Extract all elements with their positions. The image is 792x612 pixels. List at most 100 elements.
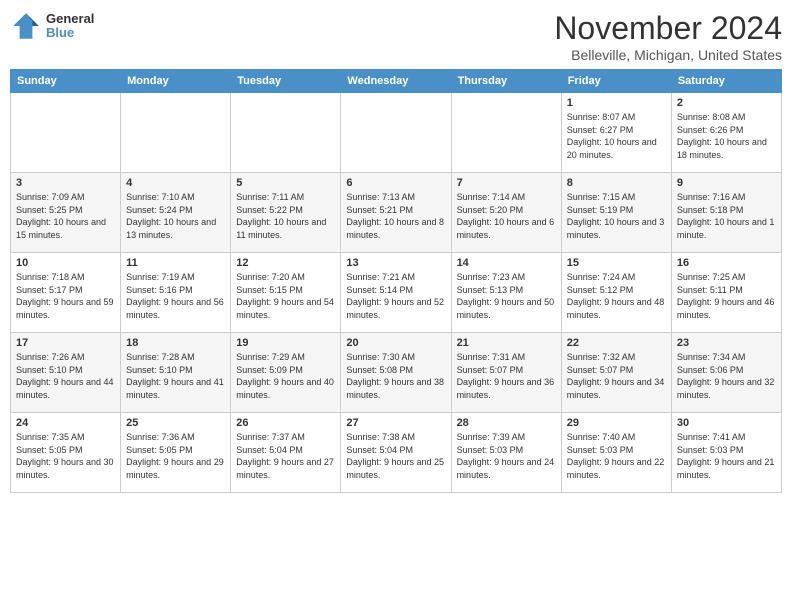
day-number: 2	[677, 97, 776, 109]
day-info: Sunrise: 7:24 AM Sunset: 5:12 PM Dayligh…	[567, 271, 666, 321]
logo-icon	[10, 10, 42, 42]
day-number: 23	[677, 337, 776, 349]
day-info: Sunrise: 7:28 AM Sunset: 5:10 PM Dayligh…	[126, 351, 225, 401]
day-number: 16	[677, 257, 776, 269]
day-number: 13	[346, 257, 445, 269]
day-info: Sunrise: 7:09 AM Sunset: 5:25 PM Dayligh…	[16, 191, 115, 241]
day-info: Sunrise: 7:36 AM Sunset: 5:05 PM Dayligh…	[126, 431, 225, 481]
weekday-header-friday: Friday	[561, 70, 671, 93]
calendar-cell: 8 Sunrise: 7:15 AM Sunset: 5:19 PM Daylig…	[561, 173, 671, 253]
day-info: Sunrise: 7:18 AM Sunset: 5:17 PM Dayligh…	[16, 271, 115, 321]
day-number: 9	[677, 177, 776, 189]
calendar-cell: 20 Sunrise: 7:30 AM Sunset: 5:08 PM Dayli…	[341, 333, 451, 413]
day-number: 10	[16, 257, 115, 269]
calendar-cell	[451, 93, 561, 173]
day-number: 24	[16, 417, 115, 429]
day-number: 20	[346, 337, 445, 349]
day-number: 1	[567, 97, 666, 109]
day-number: 8	[567, 177, 666, 189]
week-row-3: 10 Sunrise: 7:18 AM Sunset: 5:17 PM Dayli…	[11, 253, 782, 333]
day-number: 4	[126, 177, 225, 189]
day-info: Sunrise: 7:37 AM Sunset: 5:04 PM Dayligh…	[236, 431, 335, 481]
day-info: Sunrise: 7:26 AM Sunset: 5:10 PM Dayligh…	[16, 351, 115, 401]
calendar-cell: 5 Sunrise: 7:11 AM Sunset: 5:22 PM Daylig…	[231, 173, 341, 253]
calendar-cell: 9 Sunrise: 7:16 AM Sunset: 5:18 PM Daylig…	[671, 173, 781, 253]
day-number: 5	[236, 177, 335, 189]
day-number: 28	[457, 417, 556, 429]
weekday-header-row: SundayMondayTuesdayWednesdayThursdayFrid…	[11, 70, 782, 93]
day-number: 6	[346, 177, 445, 189]
day-info: Sunrise: 7:23 AM Sunset: 5:13 PM Dayligh…	[457, 271, 556, 321]
day-number: 18	[126, 337, 225, 349]
day-info: Sunrise: 7:13 AM Sunset: 5:21 PM Dayligh…	[346, 191, 445, 241]
calendar-cell: 15 Sunrise: 7:24 AM Sunset: 5:12 PM Dayli…	[561, 253, 671, 333]
day-info: Sunrise: 7:32 AM Sunset: 5:07 PM Dayligh…	[567, 351, 666, 401]
day-number: 27	[346, 417, 445, 429]
day-number: 15	[567, 257, 666, 269]
day-number: 25	[126, 417, 225, 429]
logo-blue-text: Blue	[46, 26, 94, 40]
day-number: 22	[567, 337, 666, 349]
calendar-table: SundayMondayTuesdayWednesdayThursdayFrid…	[10, 69, 782, 493]
page-header: General Blue November 2024 Belleville, M…	[10, 10, 782, 63]
day-number: 29	[567, 417, 666, 429]
calendar-cell: 24 Sunrise: 7:35 AM Sunset: 5:05 PM Dayli…	[11, 413, 121, 493]
month-title: November 2024	[554, 10, 782, 47]
calendar-cell: 27Sunrise: 7:38 AM Sunset: 5:04 PM Dayli…	[341, 413, 451, 493]
calendar-cell: 28 Sunrise: 7:39 AM Sunset: 5:03 PM Dayli…	[451, 413, 561, 493]
title-block: November 2024 Belleville, Michigan, Unit…	[554, 10, 782, 63]
calendar-cell: 30 Sunrise: 7:41 AM Sunset: 5:03 PM Dayli…	[671, 413, 781, 493]
day-info: Sunrise: 7:21 AM Sunset: 5:14 PM Dayligh…	[346, 271, 445, 321]
calendar-cell	[121, 93, 231, 173]
day-info: Sunrise: 7:34 AM Sunset: 5:06 PM Dayligh…	[677, 351, 776, 401]
calendar-cell: 1 Sunrise: 8:07 AM Sunset: 6:27 PM Daylig…	[561, 93, 671, 173]
weekday-header-monday: Monday	[121, 70, 231, 93]
calendar-cell: 2 Sunrise: 8:08 AM Sunset: 6:26 PM Daylig…	[671, 93, 781, 173]
week-row-5: 24 Sunrise: 7:35 AM Sunset: 5:05 PM Dayli…	[11, 413, 782, 493]
calendar-cell: 12 Sunrise: 7:20 AM Sunset: 5:15 PM Dayli…	[231, 253, 341, 333]
day-info: Sunrise: 7:25 AM Sunset: 5:11 PM Dayligh…	[677, 271, 776, 321]
weekday-header-saturday: Saturday	[671, 70, 781, 93]
day-info: Sunrise: 7:30 AM Sunset: 5:08 PM Dayligh…	[346, 351, 445, 401]
location: Belleville, Michigan, United States	[554, 47, 782, 63]
day-info: Sunrise: 8:07 AM Sunset: 6:27 PM Dayligh…	[567, 111, 666, 161]
day-number: 11	[126, 257, 225, 269]
week-row-1: 1 Sunrise: 8:07 AM Sunset: 6:27 PM Daylig…	[11, 93, 782, 173]
day-number: 21	[457, 337, 556, 349]
weekday-header-thursday: Thursday	[451, 70, 561, 93]
calendar-cell: 19Sunrise: 7:29 AM Sunset: 5:09 PM Dayli…	[231, 333, 341, 413]
day-info: Sunrise: 7:20 AM Sunset: 5:15 PM Dayligh…	[236, 271, 335, 321]
day-info: Sunrise: 7:11 AM Sunset: 5:22 PM Dayligh…	[236, 191, 335, 241]
day-info: Sunrise: 7:35 AM Sunset: 5:05 PM Dayligh…	[16, 431, 115, 481]
weekday-header-wednesday: Wednesday	[341, 70, 451, 93]
weekday-header-sunday: Sunday	[11, 70, 121, 93]
calendar-cell: 7Sunrise: 7:14 AM Sunset: 5:20 PM Daylig…	[451, 173, 561, 253]
day-number: 3	[16, 177, 115, 189]
day-number: 17	[16, 337, 115, 349]
day-info: Sunrise: 7:41 AM Sunset: 5:03 PM Dayligh…	[677, 431, 776, 481]
day-number: 12	[236, 257, 335, 269]
calendar-cell: 17 Sunrise: 7:26 AM Sunset: 5:10 PM Dayli…	[11, 333, 121, 413]
calendar-cell: 16 Sunrise: 7:25 AM Sunset: 5:11 PM Dayli…	[671, 253, 781, 333]
calendar-cell: 26Sunrise: 7:37 AM Sunset: 5:04 PM Dayli…	[231, 413, 341, 493]
day-info: Sunrise: 7:39 AM Sunset: 5:03 PM Dayligh…	[457, 431, 556, 481]
day-info: Sunrise: 7:31 AM Sunset: 5:07 PM Dayligh…	[457, 351, 556, 401]
day-info: Sunrise: 7:19 AM Sunset: 5:16 PM Dayligh…	[126, 271, 225, 321]
calendar-cell: 13 Sunrise: 7:21 AM Sunset: 5:14 PM Dayli…	[341, 253, 451, 333]
logo-general-text: General	[46, 12, 94, 26]
calendar-cell: 14Sunrise: 7:23 AM Sunset: 5:13 PM Dayli…	[451, 253, 561, 333]
day-info: Sunrise: 7:10 AM Sunset: 5:24 PM Dayligh…	[126, 191, 225, 241]
week-row-4: 17 Sunrise: 7:26 AM Sunset: 5:10 PM Dayli…	[11, 333, 782, 413]
day-number: 30	[677, 417, 776, 429]
calendar-cell	[341, 93, 451, 173]
calendar-cell: 29Sunrise: 7:40 AM Sunset: 5:03 PM Dayli…	[561, 413, 671, 493]
calendar-cell: 22 Sunrise: 7:32 AM Sunset: 5:07 PM Dayli…	[561, 333, 671, 413]
day-info: Sunrise: 8:08 AM Sunset: 6:26 PM Dayligh…	[677, 111, 776, 161]
calendar-cell: 4 Sunrise: 7:10 AM Sunset: 5:24 PM Daylig…	[121, 173, 231, 253]
day-info: Sunrise: 7:16 AM Sunset: 5:18 PM Dayligh…	[677, 191, 776, 241]
calendar-cell: 3 Sunrise: 7:09 AM Sunset: 5:25 PM Daylig…	[11, 173, 121, 253]
calendar-cell	[11, 93, 121, 173]
weekday-header-tuesday: Tuesday	[231, 70, 341, 93]
day-info: Sunrise: 7:14 AM Sunset: 5:20 PM Dayligh…	[457, 191, 556, 241]
day-info: Sunrise: 7:15 AM Sunset: 5:19 PM Dayligh…	[567, 191, 666, 241]
